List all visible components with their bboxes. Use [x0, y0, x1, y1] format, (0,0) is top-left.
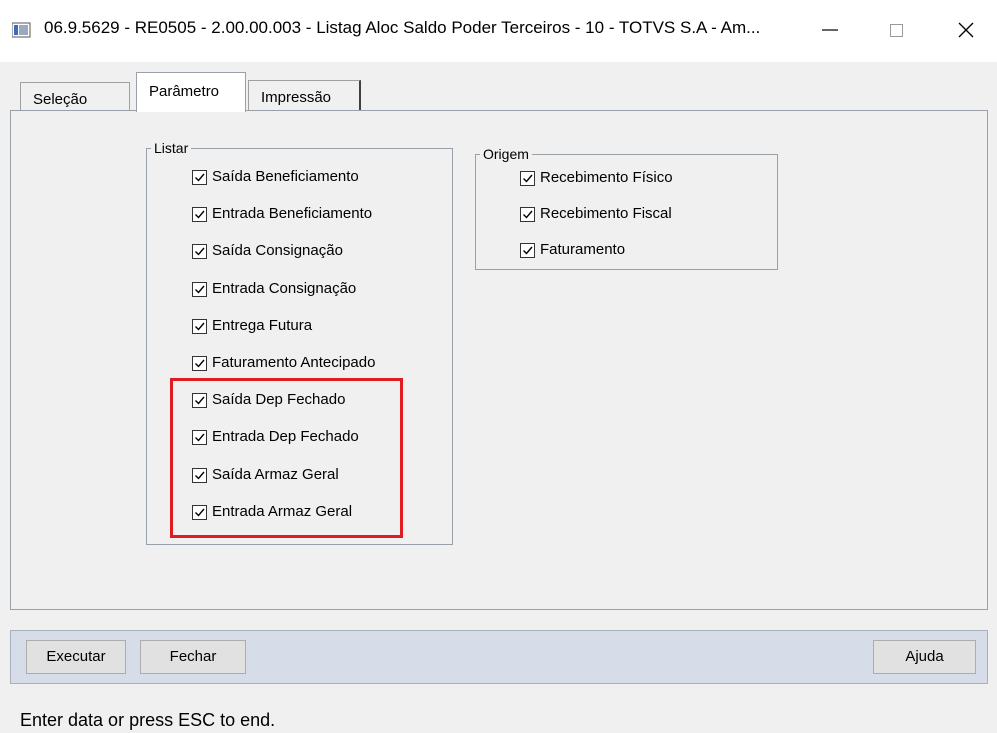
- tab-selecao[interactable]: Seleção: [20, 82, 130, 110]
- checkbox[interactable]: [520, 171, 535, 186]
- app-icon: [11, 22, 32, 38]
- checkbox[interactable]: [192, 170, 207, 185]
- listar-legend: Listar: [151, 140, 192, 156]
- checkmark-icon: [523, 210, 533, 219]
- status-bar-text: Enter data or press ESC to end.: [20, 710, 276, 730]
- checkmark-icon: [195, 322, 205, 331]
- checkbox-label: Entrada Consignação: [212, 279, 357, 297]
- maximize-button[interactable]: [876, 14, 916, 46]
- tab-label: Seleção: [33, 91, 88, 108]
- checkbox[interactable]: [192, 318, 207, 334]
- executar-button[interactable]: Executar: [26, 640, 126, 674]
- window-title: 06.9.5629 - RE0505 - 2.00.00.003 - Lista…: [44, 18, 761, 37]
- checkmark-icon: [195, 285, 205, 294]
- checkmark-icon: [523, 174, 533, 183]
- checkmark-icon: [195, 173, 205, 182]
- checkbox-label: Faturamento Antecipado: [212, 354, 376, 371]
- tab-label: Impressão: [261, 89, 332, 106]
- checkbox[interactable]: [192, 281, 207, 297]
- minimize-button[interactable]: [810, 14, 850, 46]
- checkbox[interactable]: [192, 356, 207, 371]
- tab-parametro[interactable]: Parâmetro: [136, 72, 246, 112]
- checkbox-label: Faturamento: [540, 241, 626, 258]
- tab-label: Parâmetro: [149, 83, 220, 100]
- checkbox[interactable]: [192, 244, 207, 260]
- checkbox-label: Recebimento Físico: [540, 169, 673, 186]
- highlight-box: [170, 378, 403, 538]
- checkbox[interactable]: [520, 243, 535, 258]
- origem-legend: Origem: [480, 146, 532, 162]
- checkmark-icon: [195, 359, 205, 368]
- ajuda-button[interactable]: Ajuda: [873, 640, 976, 674]
- checkmark-icon: [195, 247, 205, 256]
- maximize-icon: [890, 24, 903, 37]
- close-icon: [958, 22, 974, 38]
- checkbox-label: Recebimento Fiscal: [540, 205, 672, 222]
- checkbox-label: Saída Beneficiamento: [212, 168, 359, 185]
- checkmark-icon: [523, 246, 533, 255]
- minimize-icon: [822, 29, 838, 31]
- checkbox-label: Saída Consignação: [212, 242, 343, 260]
- checkbox[interactable]: [192, 207, 207, 223]
- checkmark-icon: [195, 210, 205, 219]
- checkbox-label: Entrada Beneficiamento: [212, 205, 373, 223]
- checkbox[interactable]: [520, 207, 535, 222]
- close-button[interactable]: [940, 14, 990, 46]
- tab-impressao[interactable]: Impressão: [248, 80, 361, 110]
- checkbox-label: Entrega Futura: [212, 316, 313, 334]
- fechar-button[interactable]: Fechar: [140, 640, 246, 674]
